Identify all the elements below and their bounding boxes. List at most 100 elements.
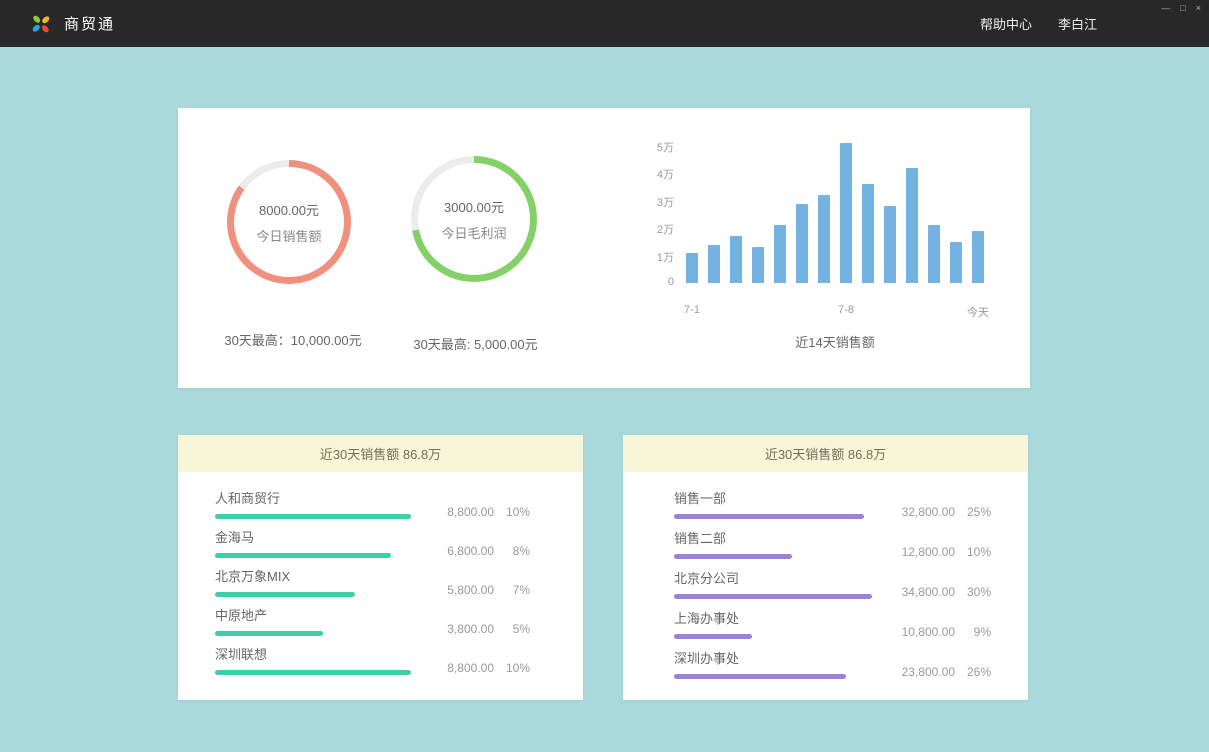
y-axis-tick: 0 [606,276,674,288]
y-axis-tick: 5万 [606,139,674,155]
list-item: 人和商贸行8,800.0010% [178,488,583,527]
overview-card: 8000.00元 今日销售额 30天最高：10,000.00元 3000.00元… [178,108,1030,388]
bar-chart-title: 近14天销售额 [685,332,985,351]
row-name: 深圳办事处 [674,651,874,667]
titlebar-links: 帮助中心 李白江 [980,0,1097,47]
today-profit-value: 3000.00元 [444,197,504,216]
maximize-button[interactable]: □ [1180,3,1185,13]
row-name: 中原地产 [215,608,415,624]
bar-chart-y-axis: 01万2万3万4万5万 [606,146,674,283]
row-figures: 3,800.005% [422,622,530,636]
row-value: 34,800.00 [883,585,955,599]
row-percent: 10% [494,661,530,675]
today-sales-label: 今日销售额 [256,226,321,245]
progress-bar [674,674,846,679]
row-name: 上海办事处 [674,611,874,627]
daily-sales-bar-chart [686,146,996,283]
sales-bar [730,236,742,283]
row-value: 32,800.00 [883,505,955,519]
row-figures: 10,800.009% [883,625,991,639]
x-axis-tick: 今天 [967,304,989,320]
row-figures: 12,800.0010% [883,545,991,559]
sales-bar [972,231,984,283]
row-figures: 32,800.0025% [883,505,991,519]
sales-bar [928,225,940,283]
row-name: 金海马 [215,530,415,546]
today-sales-value: 8000.00元 [259,200,319,219]
row-value: 3,800.00 [422,622,494,636]
progress-bar [215,592,355,597]
row-figures: 8,800.0010% [422,505,530,519]
sales-bar [884,206,896,283]
row-value: 10,800.00 [883,625,955,639]
window-controls: — □ × [1161,3,1201,13]
sales-bar [708,245,720,283]
row-percent: 10% [955,545,991,559]
row-name-and-bar: 北京分公司 [674,571,874,599]
customer-sales-rows: 人和商贸行8,800.0010% 金海马 6,800.008% 北京万象MIX5,80… [178,472,583,683]
progress-bar [215,670,411,675]
row-name-and-bar: 北京万象MIX [215,569,415,597]
row-name-and-bar: 销售二部 [674,531,874,559]
user-menu[interactable]: 李白江 [1058,14,1097,33]
list-item: 北京分公司 34,800.0030% [623,568,1028,608]
row-value: 8,800.00 [422,505,494,519]
x-axis-tick: 7-1 [684,304,700,316]
row-name: 深圳联想 [215,647,415,663]
row-value: 6,800.00 [422,544,494,558]
row-name: 销售二部 [674,531,874,547]
y-axis-tick: 2万 [606,221,674,237]
row-name: 销售一部 [674,491,874,507]
progress-bar [215,514,411,519]
minimize-button[interactable]: — [1161,3,1170,13]
today-profit-ring-chart: 3000.00元 今日毛利润 [411,156,537,282]
row-name-and-bar: 中原地产 [215,608,415,636]
row-figures: 23,800.0026% [883,665,991,679]
y-axis-tick: 3万 [606,194,674,210]
customer-sales-panel: 近30天销售额 86.8万 人和商贸行8,800.0010%金海马6,800.0… [178,435,583,700]
row-name: 北京分公司 [674,571,874,587]
sales-bar [862,184,874,283]
ring-center: 3000.00元 今日毛利润 [418,163,530,275]
row-name-and-bar: 深圳联想 [215,647,415,675]
department-sales-rows: 销售一部 32,800.0025% 销售二部 12,800.0010% 北京分公司 34,… [623,472,1028,688]
y-axis-tick: 1万 [606,249,674,265]
row-figures: 8,800.0010% [422,661,530,675]
app-title: 商贸通 [64,13,115,34]
list-item: 上海办事处 10,800.009% [623,608,1028,648]
list-item: 销售一部 32,800.0025% [623,488,1028,528]
close-button[interactable]: × [1196,3,1201,13]
row-percent: 26% [955,665,991,679]
list-item: 销售二部 12,800.0010% [623,528,1028,568]
row-percent: 10% [494,505,530,519]
row-value: 12,800.00 [883,545,955,559]
row-percent: 5% [494,622,530,636]
row-percent: 30% [955,585,991,599]
profit-30day-max-caption: 30天最高: 5,000.00元 [383,334,568,353]
list-item: 北京万象MIX5,800.007% [178,566,583,605]
row-percent: 7% [494,583,530,597]
brand: 商贸通 [30,0,115,47]
sales-bar [752,247,764,283]
row-percent: 8% [494,544,530,558]
today-profit-label: 今日毛利润 [441,223,506,242]
help-center-link[interactable]: 帮助中心 [980,14,1032,33]
list-item: 深圳联想 8,800.0010% [178,644,583,683]
sales-bar [950,242,962,283]
progress-bar [215,553,391,558]
row-name-and-bar: 销售一部 [674,491,874,519]
x-axis-tick: 7-8 [838,304,854,316]
row-name-and-bar: 金海马 [215,530,415,558]
progress-bar [674,594,872,599]
row-percent: 25% [955,505,991,519]
progress-bar [674,554,792,559]
app-logo-icon [30,13,52,35]
today-sales-ring-chart: 8000.00元 今日销售额 [227,160,351,284]
department-sales-panel-title: 近30天销售额 86.8万 [623,435,1028,472]
sales-30day-max-caption: 30天最高：10,000.00元 [178,330,408,349]
row-name-and-bar: 深圳办事处 [674,651,874,679]
row-figures: 6,800.008% [422,544,530,558]
row-value: 8,800.00 [422,661,494,675]
sales-bar [796,204,808,283]
sales-bar [906,168,918,283]
